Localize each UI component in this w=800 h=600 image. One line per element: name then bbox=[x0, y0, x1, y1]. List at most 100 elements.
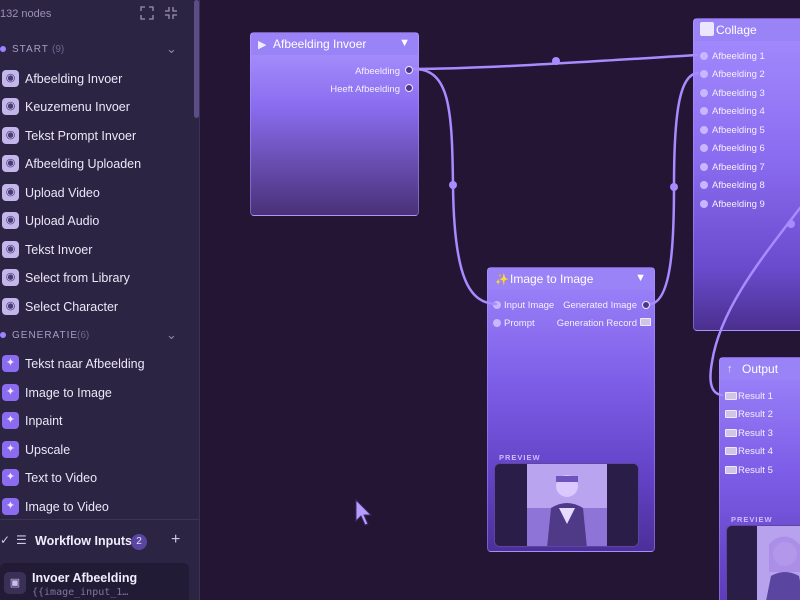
start-node-icon: ◉ bbox=[2, 98, 19, 115]
node-header[interactable]: Collage bbox=[694, 19, 800, 41]
node-output[interactable]: ↑ Output Result 1 Result 2 Result 3 Resu… bbox=[719, 357, 800, 600]
input-port-label: Result 4 bbox=[738, 446, 773, 457]
start-node-icon: ◉ bbox=[2, 155, 19, 172]
start-node-icon: ◉ bbox=[2, 212, 19, 229]
input-port-handle[interactable] bbox=[725, 466, 737, 474]
preview-image[interactable] bbox=[494, 463, 639, 547]
node-library-sidebar: 132 nodes START (9) ⌄ ◉ Afbeelding Invoe… bbox=[0, 0, 200, 600]
output-port-label: Generation Record bbox=[556, 318, 637, 329]
node-header[interactable]: ✨ Image to Image ▼ bbox=[488, 268, 654, 290]
sidebar-item-afbeelding-invoer[interactable]: ◉ Afbeelding Invoer bbox=[0, 66, 192, 92]
preview-label: PREVIEW bbox=[731, 515, 773, 524]
sidebar-item-tekst-invoer[interactable]: ◉ Tekst Invoer bbox=[0, 237, 192, 263]
node-header[interactable]: ▶ Afbeelding Invoer ▼ bbox=[251, 33, 418, 55]
sidebar-item-label: Upscale bbox=[25, 443, 71, 457]
input-port-handle[interactable] bbox=[493, 301, 501, 309]
input-port-handle[interactable] bbox=[700, 200, 708, 208]
input-port-label: Afbeelding 4 bbox=[712, 106, 765, 117]
workflow-input-variable: {{image_input_1… bbox=[32, 587, 129, 598]
input-port-label: Afbeelding 7 bbox=[712, 162, 765, 173]
sidebar-item-tekst-prompt-invoer[interactable]: ◉ Tekst Prompt Invoer bbox=[0, 123, 192, 149]
start-node-icon: ◉ bbox=[2, 70, 19, 87]
sidebar-item-upload-audio[interactable]: ◉ Upload Audio bbox=[0, 208, 192, 234]
input-port-handle[interactable] bbox=[725, 392, 737, 400]
input-port-label: Result 5 bbox=[738, 465, 773, 476]
section-generatie-header[interactable]: GENERATIE (6) ⌄ bbox=[0, 325, 192, 347]
sidebar-item-keuzemenu-invoer[interactable]: ◉ Keuzemenu Invoer bbox=[0, 94, 192, 120]
node-title: Image to Image bbox=[510, 272, 594, 286]
expand-icon[interactable] bbox=[139, 6, 155, 22]
section-start-header[interactable]: START (9) ⌄ bbox=[0, 39, 192, 61]
node-count-bar: 132 nodes bbox=[0, 0, 196, 30]
sidebar-item-select-from-library[interactable]: ◉ Select from Library bbox=[0, 265, 192, 291]
chevron-down-icon[interactable]: ✓ bbox=[0, 533, 10, 547]
play-icon: ▶ bbox=[258, 39, 267, 51]
node-afbeelding-invoer[interactable]: ▶ Afbeelding Invoer ▼ Afbeelding Heeft A… bbox=[250, 32, 419, 216]
collapse-icon[interactable] bbox=[163, 6, 179, 22]
section-count: (9) bbox=[52, 44, 65, 55]
input-port-label: Result 1 bbox=[738, 391, 773, 402]
output-port-handle[interactable] bbox=[642, 301, 650, 309]
sidebar-item-select-character[interactable]: ◉ Select Character bbox=[0, 294, 192, 320]
input-port-handle[interactable] bbox=[493, 319, 501, 327]
node-image-to-image[interactable]: ✨ Image to Image ▼ Input Image Prompt Ge… bbox=[487, 267, 655, 552]
sidebar-item-upload-video[interactable]: ◉ Upload Video bbox=[0, 180, 192, 206]
caret-down-icon[interactable]: ▼ bbox=[635, 272, 646, 284]
input-port-handle[interactable] bbox=[700, 52, 708, 60]
sidebar-item-tekst-naar-afbeelding[interactable]: ✦ Tekst naar Afbeelding bbox=[0, 351, 192, 377]
input-port-handle[interactable] bbox=[725, 429, 737, 437]
input-port-label: Afbeelding 6 bbox=[712, 143, 765, 154]
sidebar-item-label: Tekst Prompt Invoer bbox=[25, 129, 137, 143]
sidebar-scrollbar[interactable] bbox=[194, 0, 199, 118]
input-port-label: Afbeelding 3 bbox=[712, 88, 765, 99]
input-port-label: Input Image bbox=[504, 300, 555, 311]
start-node-icon: ◉ bbox=[2, 298, 19, 315]
sidebar-item-label: Image to Video bbox=[25, 500, 109, 514]
input-port-handle[interactable] bbox=[700, 89, 708, 97]
sidebar-item-inpaint[interactable]: ✦ Inpaint bbox=[0, 408, 192, 434]
start-node-icon: ◉ bbox=[2, 269, 19, 286]
node-collage[interactable]: Collage Afbeelding 1 Afbeelding 2 Afbeel… bbox=[693, 18, 800, 331]
generation-node-icon: ✦ bbox=[2, 469, 19, 486]
input-port-handle[interactable] bbox=[700, 181, 708, 189]
input-port-handle[interactable] bbox=[725, 447, 737, 455]
workflow-input-title: Invoer Afbeelding bbox=[32, 571, 138, 585]
node-count: 132 nodes bbox=[0, 8, 52, 20]
chevron-down-icon[interactable]: ⌄ bbox=[166, 327, 177, 343]
node-header[interactable]: ↑ Output bbox=[720, 358, 800, 380]
sidebar-item-label: Select from Library bbox=[25, 271, 130, 285]
input-port-handle[interactable] bbox=[700, 163, 708, 171]
sidebar-item-text-to-video[interactable]: ✦ Text to Video bbox=[0, 465, 192, 491]
output-port-label: Heeft Afbeelding bbox=[330, 84, 400, 95]
add-workflow-input-button[interactable]: + bbox=[171, 531, 180, 549]
input-port-handle[interactable] bbox=[700, 70, 708, 78]
input-port-handle[interactable] bbox=[700, 126, 708, 134]
sidebar-item-label: Afbeelding Invoer bbox=[25, 72, 123, 86]
preview-label: PREVIEW bbox=[499, 453, 541, 462]
input-port-label: Result 3 bbox=[738, 428, 773, 439]
output-port-handle[interactable] bbox=[405, 84, 413, 92]
output-port-handle[interactable] bbox=[640, 318, 651, 326]
workflow-input-card[interactable]: ▣ Invoer Afbeelding {{image_input_1… bbox=[0, 563, 189, 600]
workflow-inputs-header[interactable]: ✓ ☰ Workflow Inputs 2 + bbox=[0, 531, 192, 553]
preview-image[interactable] bbox=[726, 525, 800, 600]
sidebar-item-afbeelding-uploaden[interactable]: ◉ Afbeelding Uploaden bbox=[0, 151, 192, 177]
sidebar-item-label: Tekst naar Afbeelding bbox=[25, 357, 145, 371]
caret-down-icon[interactable]: ▼ bbox=[399, 37, 410, 49]
section-dot bbox=[0, 332, 6, 338]
sidebar-item-label: Upload Audio bbox=[25, 214, 100, 228]
sparkle-icon: ✨ bbox=[495, 274, 509, 286]
input-port-handle[interactable] bbox=[700, 107, 708, 115]
input-port-handle[interactable] bbox=[725, 410, 737, 418]
sidebar-item-label: Text to Video bbox=[25, 471, 98, 485]
input-port-label: Result 2 bbox=[738, 409, 773, 420]
output-port-label: Generated Image bbox=[563, 300, 637, 311]
workflow-inputs-label: Workflow Inputs bbox=[35, 534, 132, 548]
output-port-handle[interactable] bbox=[405, 66, 413, 74]
list-icon: ☰ bbox=[16, 533, 27, 547]
sidebar-item-image-to-image[interactable]: ✦ Image to Image bbox=[0, 380, 192, 406]
chevron-down-icon[interactable]: ⌄ bbox=[166, 41, 177, 57]
sidebar-item-image-to-video[interactable]: ✦ Image to Video bbox=[0, 494, 192, 520]
sidebar-item-upscale[interactable]: ✦ Upscale bbox=[0, 437, 192, 463]
input-port-handle[interactable] bbox=[700, 144, 708, 152]
